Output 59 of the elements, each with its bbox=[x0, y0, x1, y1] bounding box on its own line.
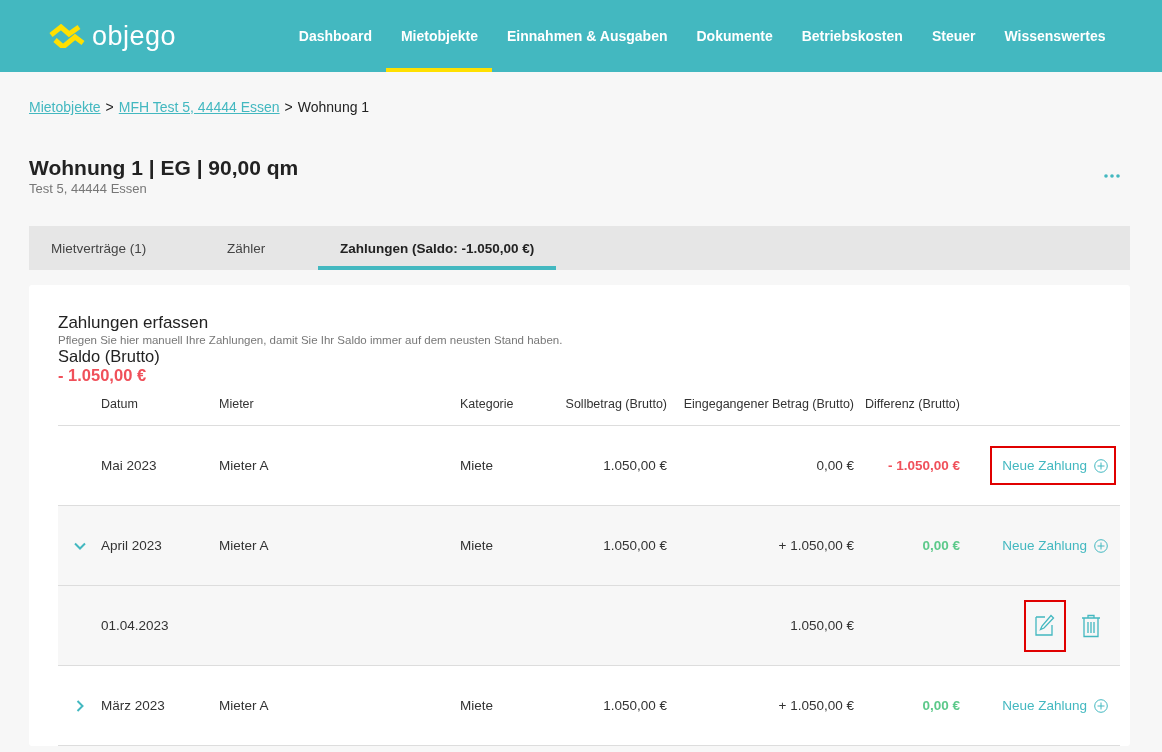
breadcrumb-separator: > bbox=[284, 99, 293, 115]
balance-label: Saldo (Brutto) bbox=[58, 347, 161, 366]
table-cell: 01.04.2023 bbox=[101, 618, 169, 633]
edit-button[interactable] bbox=[1024, 599, 1066, 652]
tab[interactable]: Zähler bbox=[205, 226, 318, 270]
nav-link[interactable]: Einnahmen & Ausgaben bbox=[492, 0, 682, 72]
nav-link[interactable]: Steuer bbox=[917, 0, 990, 72]
column-header: Mieter bbox=[219, 397, 255, 411]
more-options-icon[interactable] bbox=[1104, 174, 1120, 178]
table-cell: März 2023 bbox=[101, 698, 165, 713]
table-cell: + 1.050,00 € bbox=[778, 538, 854, 553]
column-header: Sollbetrag (Brutto) bbox=[564, 397, 667, 411]
table-cell: 0,00 € bbox=[922, 538, 960, 553]
table-cell: 0,00 € bbox=[816, 458, 854, 473]
table-cell: + 1.050,00 € bbox=[778, 698, 854, 713]
plus-circle-icon bbox=[1094, 458, 1108, 473]
table-cell: April 2023 bbox=[101, 538, 162, 553]
new-payment-link[interactable]: Neue Zahlung bbox=[990, 686, 1116, 725]
tab[interactable]: Mietverträge (1) bbox=[29, 226, 205, 270]
logo-icon bbox=[48, 24, 86, 48]
breadcrumb-link[interactable]: Mietobjekte bbox=[29, 99, 101, 115]
page-subtitle: Test 5, 44444 Essen bbox=[29, 181, 148, 196]
table-cell: 1.050,00 € bbox=[603, 458, 667, 473]
section-description: Pflegen Sie hier manuell Ihre Zahlungen, damit Sie Ihr Saldo immer auf dem neusten Stand haben. bbox=[58, 334, 564, 346]
pencil-icon bbox=[1035, 613, 1055, 636]
trash-icon bbox=[1081, 613, 1101, 638]
logo-wordmark: objego bbox=[92, 20, 177, 52]
nav-link[interactable]: Wissenswertes bbox=[989, 0, 1120, 72]
nav-link[interactable]: Betriebskosten bbox=[787, 0, 918, 72]
column-header: Datum bbox=[101, 397, 139, 411]
column-header: Eingegangener Betrag (Brutto) bbox=[682, 397, 854, 411]
table-cell: - 1.050,00 € bbox=[887, 458, 960, 473]
table-cell: Miete bbox=[460, 538, 493, 553]
table-cell: Mieter A bbox=[219, 538, 269, 553]
table-cell: 1.050,00 € bbox=[603, 538, 667, 553]
nav-link[interactable]: Dashboard bbox=[284, 0, 387, 72]
tab[interactable]: Zahlungen (Saldo: -1.050,00 €) bbox=[318, 226, 557, 270]
page-title: Wohnung 1 | EG | 90,00 qm bbox=[29, 156, 299, 180]
table-cell: Mai 2023 bbox=[101, 458, 157, 473]
new-payment-link[interactable]: Neue Zahlung bbox=[990, 526, 1116, 565]
plus-circle-icon bbox=[1094, 698, 1108, 713]
table-cell: 0,00 € bbox=[922, 698, 960, 713]
breadcrumb-separator: > bbox=[105, 99, 114, 115]
new-payment-link[interactable]: Neue Zahlung bbox=[990, 446, 1116, 485]
breadcrumb-link[interactable]: MFH Test 5, 44444 Essen bbox=[118, 99, 280, 115]
column-header: Differenz (Brutto) bbox=[864, 397, 960, 411]
table-cell: Mieter A bbox=[219, 458, 269, 473]
nav-link[interactable]: Mietobjekte bbox=[386, 0, 493, 72]
column-header: Kategorie bbox=[460, 397, 515, 411]
table-cell: Miete bbox=[460, 698, 493, 713]
table-cell: Miete bbox=[460, 458, 493, 473]
table-cell: 1.050,00 € bbox=[603, 698, 667, 713]
nav-link[interactable]: Dokumente bbox=[682, 0, 788, 72]
plus-circle-icon bbox=[1094, 538, 1108, 553]
balance-value: - 1.050,00 € bbox=[58, 366, 148, 385]
table-cell: Mieter A bbox=[219, 698, 269, 713]
section-title: Zahlungen erfassen bbox=[58, 313, 210, 333]
table-cell: 1.050,00 € bbox=[790, 618, 854, 633]
breadcrumb-current: Wohnung 1 bbox=[297, 99, 370, 115]
